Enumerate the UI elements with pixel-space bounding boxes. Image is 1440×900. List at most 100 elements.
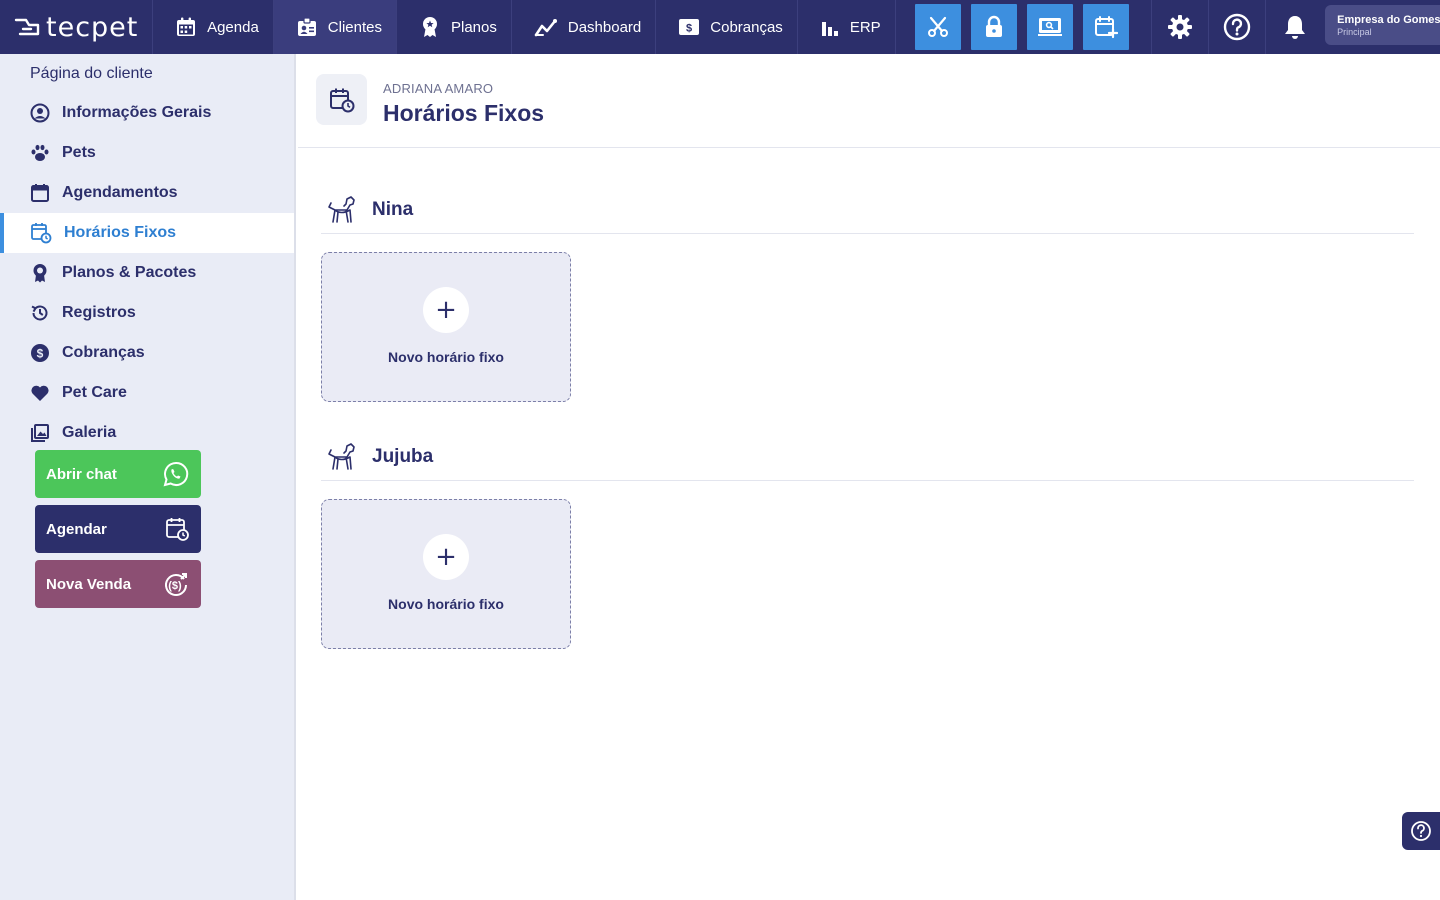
calendar-icon [31, 184, 49, 202]
gear-icon [1167, 15, 1192, 39]
nav-clientes-label: Clientes [327, 18, 382, 36]
monitor-search-icon [1037, 18, 1062, 36]
company-selector[interactable]: Empresa do Gomes Principal [1325, 5, 1440, 45]
client-sidebar: Página do cliente Informações Gerais Pet… [0, 54, 296, 900]
gallery-icon [31, 424, 49, 442]
award-ribbon-icon [423, 17, 437, 37]
sidebar-item-cobrancas[interactable]: $ Cobranças [0, 333, 294, 373]
nav-dashboard[interactable]: Dashboard [512, 0, 657, 54]
nav-planos[interactable]: Planos [397, 0, 512, 54]
calendar-repeat-icon [329, 88, 354, 112]
pet-section-nina: Nina + Novo horário fixo [321, 186, 1414, 402]
plus-icon: + [423, 287, 469, 333]
sidebar-item-pets[interactable]: Pets [0, 133, 294, 173]
scissors-icon [927, 16, 948, 37]
new-sale-label: Nova Venda [46, 575, 132, 593]
sidebar-item-label: Registros [62, 304, 136, 321]
settings-button[interactable] [1152, 0, 1209, 54]
help-button[interactable] [1209, 0, 1267, 54]
nav-agenda-label: Agenda [207, 18, 259, 36]
sidebar-item-registros[interactable]: Registros [0, 293, 294, 333]
schedule-label: Agendar [46, 520, 107, 538]
logo-mark-icon [14, 18, 40, 36]
bar-chart-icon [821, 22, 838, 36]
sidebar-item-label: Pets [62, 144, 96, 161]
plus-icon: + [423, 534, 469, 580]
company-name: Empresa do Gomes [1337, 14, 1440, 26]
sidebar-item-galeria[interactable]: Galeria [0, 413, 294, 453]
open-chat-button[interactable]: Abrir chat [35, 450, 201, 498]
nav-clientes[interactable]: Clientes [273, 0, 397, 54]
question-circle-icon [1223, 13, 1251, 41]
sidebar-title: Página do cliente [30, 65, 153, 82]
calendar-clock-icon [166, 518, 189, 541]
floating-help-button[interactable] [1402, 812, 1440, 850]
dog-icon [328, 195, 355, 223]
user-circle-icon [30, 103, 50, 123]
money-bill-icon: $ [679, 19, 700, 35]
open-chat-label: Abrir chat [46, 465, 117, 483]
nav-cobrancas[interactable]: $ Cobranças [656, 0, 798, 54]
pet-name: Nina [372, 198, 414, 220]
dog-icon [328, 442, 355, 470]
sidebar-item-informacoes-gerais[interactable]: Informações Gerais [0, 93, 294, 133]
quick-grooming-button[interactable] [914, 4, 961, 50]
svg-text:$: $ [37, 347, 44, 361]
client-name: ADRIANA AMARO [383, 81, 494, 96]
sidebar-item-horarios-fixos[interactable]: Horários Fixos [0, 213, 294, 253]
top-navigation-bar: tecpet Agenda Clientes Planos Dashboard … [0, 0, 1440, 54]
calendar-icon [177, 17, 196, 36]
new-fixed-schedule-label: Novo horário fixo [388, 596, 504, 612]
line-chart-icon [534, 19, 557, 37]
sidebar-item-pet-care[interactable]: Pet Care [0, 373, 294, 413]
dollar-circle-icon: $ [31, 344, 49, 362]
sidebar-item-label: Cobranças [62, 344, 145, 361]
new-fixed-schedule-card[interactable]: + Novo horário fixo [321, 499, 571, 649]
quick-add-appointment-button[interactable] [1082, 4, 1129, 50]
svg-text:$: $ [686, 23, 692, 35]
heart-icon [31, 385, 49, 401]
svg-text:($): ($) [168, 580, 182, 592]
new-fixed-schedule-card[interactable]: + Novo horário fixo [321, 252, 571, 402]
sidebar-item-label: Agendamentos [62, 184, 178, 201]
bell-icon [1284, 16, 1305, 39]
page-title: Horários Fixos [383, 100, 545, 126]
tecpet-logo[interactable]: tecpet [0, 0, 154, 54]
award-ribbon-icon [33, 264, 47, 283]
sidebar-item-label: Galeria [62, 424, 117, 441]
sidebar-item-agendamentos[interactable]: Agendamentos [0, 173, 294, 213]
header-icon-box [316, 74, 367, 125]
logo-text: tecpet [46, 11, 139, 43]
whatsapp-icon [163, 461, 189, 487]
nav-erp-label: ERP [849, 18, 881, 36]
page-header: ADRIANA AMARO Horários Fixos [298, 54, 1440, 148]
notifications-button[interactable] [1266, 0, 1323, 54]
calendar-repeat-icon [31, 223, 52, 244]
paw-icon [31, 144, 49, 161]
company-branch: Principal [1337, 27, 1372, 37]
schedule-button[interactable]: Agendar [35, 505, 201, 553]
money-sync-icon: ($) [165, 573, 187, 596]
nav-agenda[interactable]: Agenda [153, 0, 274, 54]
history-icon [31, 305, 48, 321]
new-sale-button[interactable]: Nova Venda ($) [35, 560, 201, 608]
sidebar-item-label: Horários Fixos [64, 224, 177, 241]
quick-screen-search-button[interactable] [1026, 4, 1073, 50]
quick-actions [896, 0, 1152, 54]
nav-cobrancas-label: Cobranças [710, 18, 783, 36]
nav-erp[interactable]: ERP [798, 0, 896, 54]
sidebar-item-planos-pacotes[interactable]: Planos & Pacotes [0, 253, 294, 293]
sidebar-item-label: Planos & Pacotes [62, 264, 197, 281]
pet-name: Jujuba [372, 445, 434, 467]
pet-header: Nina [321, 186, 1414, 234]
nav-dashboard-label: Dashboard [567, 18, 642, 36]
nav-planos-label: Planos [451, 18, 497, 36]
quick-lock-button[interactable] [970, 4, 1017, 50]
sidebar-item-label: Informações Gerais [62, 104, 212, 121]
pet-header: Jujuba [321, 433, 1414, 481]
pet-section-jujuba: Jujuba + Novo horário fixo [321, 433, 1414, 649]
id-badge-icon [297, 17, 316, 36]
question-circle-icon [1411, 821, 1431, 841]
sidebar-item-label: Pet Care [62, 384, 127, 401]
lock-icon [985, 15, 1002, 37]
